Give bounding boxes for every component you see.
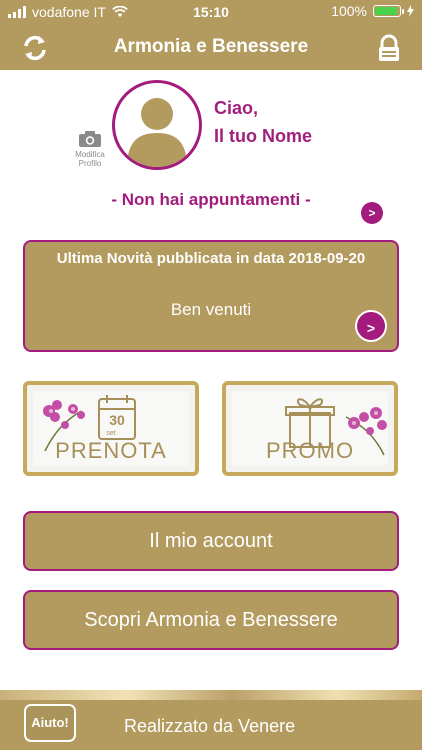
promo-label: PROMO bbox=[265, 438, 355, 463]
person-silhouette-icon bbox=[127, 98, 187, 167]
discover-button[interactable]: Scopri Armonia e Benessere bbox=[23, 590, 399, 650]
lock-icon[interactable] bbox=[374, 33, 404, 63]
edit-profile-label-1: Modifica bbox=[75, 150, 105, 159]
edit-profile-button[interactable]: Modifica Profilo bbox=[70, 130, 110, 168]
charging-bolt-icon bbox=[407, 5, 414, 17]
appointments-arrow-button[interactable]: > bbox=[361, 202, 383, 224]
greeting-hello: Ciao, bbox=[214, 98, 259, 118]
news-title: Ultima Novità pubblicata in data 2018-09… bbox=[56, 250, 366, 267]
battery-icon bbox=[373, 5, 404, 17]
calendar-month: set bbox=[106, 430, 115, 437]
my-account-button[interactable]: Il mio account bbox=[23, 511, 399, 571]
edit-profile-label-2: Profilo bbox=[78, 159, 102, 168]
footer-stripe bbox=[0, 690, 422, 700]
prenota-tile[interactable]: 30 set PRENOTA bbox=[23, 381, 199, 476]
battery-percent: 100% bbox=[331, 3, 367, 19]
nav-title: Armonia e Benessere bbox=[113, 36, 309, 57]
news-arrow-button[interactable]: > bbox=[355, 310, 387, 342]
prenota-label: PRENOTA bbox=[55, 438, 167, 463]
news-card[interactable]: Ultima Novità pubblicata in data 2018-09… bbox=[23, 240, 399, 352]
camera-icon bbox=[79, 131, 101, 147]
status-right: 100% bbox=[331, 3, 414, 19]
status-bar: vodafone IT 15:10 100% bbox=[0, 0, 422, 24]
help-button[interactable]: Aiuto! bbox=[24, 704, 76, 742]
promo-tile[interactable]: PROMO bbox=[222, 381, 398, 476]
news-body: Ben venuti bbox=[170, 300, 252, 319]
footer-credit: Realizzato da Venere bbox=[124, 716, 296, 736]
profile-avatar[interactable] bbox=[112, 80, 202, 170]
calendar-day: 30 bbox=[109, 412, 125, 428]
nav-bar: Armonia e Benessere bbox=[0, 24, 422, 70]
appointments-status: - Non hai appuntamenti - bbox=[111, 190, 311, 209]
greeting-name: Il tuo Nome bbox=[214, 126, 312, 146]
